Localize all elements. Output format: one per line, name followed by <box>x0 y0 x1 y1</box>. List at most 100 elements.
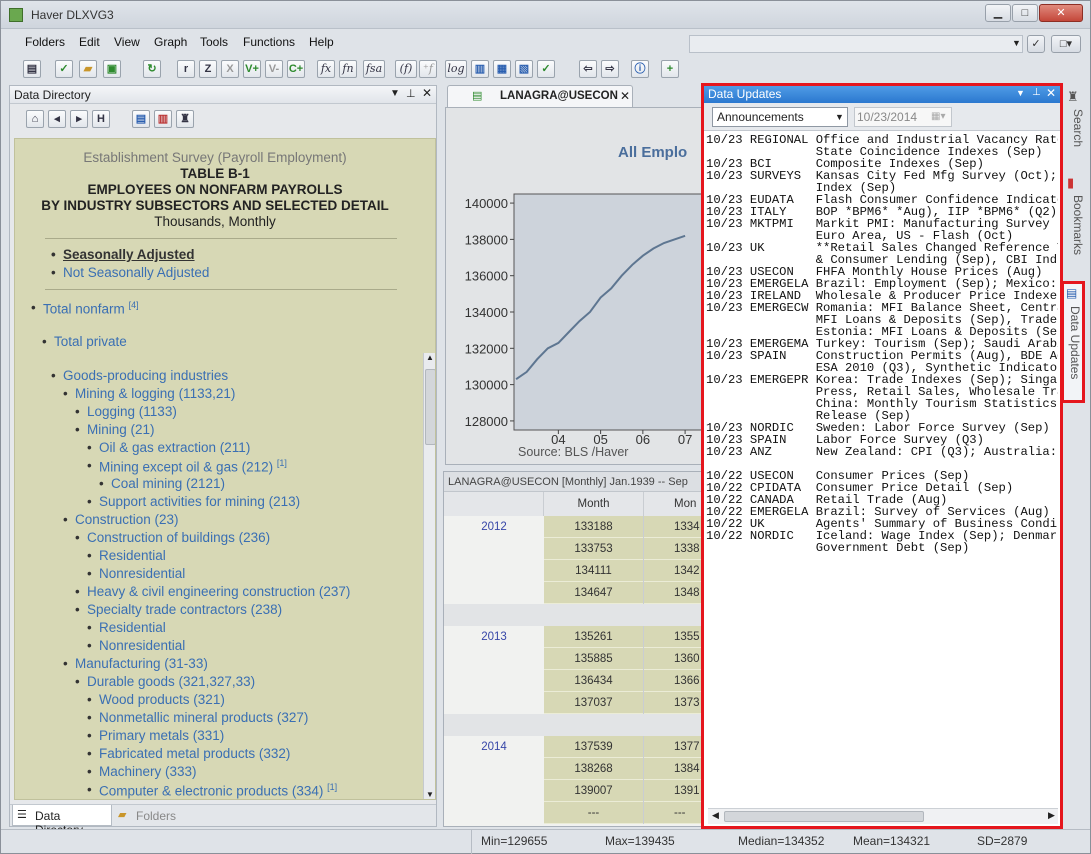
scroll-right-icon[interactable]: ▶ <box>1048 810 1055 821</box>
nav-forward-icon[interactable]: ▸ <box>70 110 88 128</box>
tree-item[interactable]: Nonmetallic mineral products (327) <box>87 710 308 725</box>
scroll-up-icon[interactable]: ▲ <box>426 353 434 362</box>
panel-menu-icon[interactable]: ▼ <box>390 88 400 99</box>
pin-icon[interactable]: ⊥ <box>406 87 416 100</box>
tree-item[interactable]: Residential <box>87 620 166 635</box>
forward-icon[interactable]: ⇨ <box>601 60 619 78</box>
tree-item[interactable]: Fabricated metal products (332) <box>87 746 290 761</box>
tree-item[interactable]: Durable goods (321,327,33) <box>75 674 255 689</box>
menu-help[interactable]: Help <box>309 35 334 49</box>
menu-tools[interactable]: Tools <box>200 35 228 49</box>
add-series-icon[interactable]: ▥ <box>154 110 172 128</box>
area-chart-icon[interactable]: ▧ <box>515 60 533 78</box>
h-icon[interactable]: H <box>92 110 110 128</box>
check-button[interactable]: ✓ <box>1027 35 1045 53</box>
table-cell[interactable]: --- <box>544 802 644 824</box>
table-cell[interactable]: 1342 <box>644 560 702 582</box>
pin-icon[interactable]: ⊥ <box>1032 87 1041 98</box>
table-cell[interactable]: 1384 <box>644 758 702 780</box>
table-cell[interactable]: 138268 <box>544 758 644 780</box>
table-cell[interactable]: 135885 <box>544 648 644 670</box>
back-icon[interactable]: ⇦ <box>579 60 597 78</box>
export-icon[interactable]: ▣ <box>103 60 121 78</box>
table-cell[interactable]: 134647 <box>544 582 644 604</box>
table-cell[interactable]: 1334 <box>644 516 702 538</box>
table-cell[interactable]: 1355 <box>644 626 702 648</box>
refresh-icon[interactable]: ↻ <box>143 60 161 78</box>
table-cell[interactable]: 139007 <box>544 780 644 802</box>
line-chart-icon[interactable]: ✓ <box>537 60 555 78</box>
table-cell[interactable]: 135261 <box>544 626 644 648</box>
tree-item[interactable]: Goods-producing industries <box>51 368 228 383</box>
table-cell[interactable]: 1338 <box>644 538 702 560</box>
column-chart-icon[interactable]: ▦ <box>493 60 511 78</box>
table-cell[interactable]: 1377 <box>644 736 702 758</box>
panel-close-icon[interactable]: ✕ <box>422 86 432 100</box>
tree-item[interactable]: Nonresidential <box>87 566 185 581</box>
table-cell[interactable]: 1366 <box>644 670 702 692</box>
tree-item[interactable]: Wood products (321) <box>87 692 225 707</box>
table-cell[interactable]: 137037 <box>544 692 644 714</box>
tree-item[interactable]: Mining except oil & gas (212) [1] <box>87 458 287 475</box>
scroll-thumb[interactable] <box>425 369 435 445</box>
v-minus-icon[interactable]: V- <box>265 60 283 78</box>
f-plus-icon[interactable]: ⁺f <box>419 60 437 78</box>
side-tab-bookmarks[interactable]: ▮ Bookmarks <box>1063 173 1085 273</box>
total-nonfarm-link[interactable]: Total nonfarm [4] <box>31 300 139 317</box>
tree-item[interactable]: Specialty trade contractors (238) <box>75 602 282 617</box>
tree-item[interactable]: Construction of buildings (236) <box>75 530 270 545</box>
tree-item[interactable]: Primary metals (331) <box>87 728 224 743</box>
scroll-left-icon[interactable]: ◀ <box>712 810 719 821</box>
fn-icon[interactable]: fn <box>339 60 357 78</box>
tree-item[interactable]: Mining & logging (1133,21) <box>63 386 235 401</box>
log-icon[interactable]: log <box>445 60 467 78</box>
table-cell[interactable]: 1348 <box>644 582 702 604</box>
menu-graph[interactable]: Graph <box>154 35 187 49</box>
info-icon[interactable]: ⓘ <box>631 60 649 78</box>
table-cell[interactable]: 133188 <box>544 516 644 538</box>
vertical-scrollbar[interactable]: ▲ ▼ <box>423 353 435 799</box>
menu-view[interactable]: View <box>114 35 140 49</box>
table-cell[interactable]: 134111 <box>544 560 644 582</box>
r-icon[interactable]: r <box>177 60 195 78</box>
tree-item[interactable]: Nonresidential <box>87 638 185 653</box>
folder-icon[interactable]: ▰ <box>79 60 97 78</box>
date-field[interactable]: 10/23/2014 ▦▾ <box>854 107 952 127</box>
close-button[interactable]: ✕ <box>1039 4 1083 22</box>
z-icon[interactable]: Z <box>199 60 217 78</box>
fsa-icon[interactable]: fsa <box>363 60 385 78</box>
tab-lanagra[interactable]: ▤ LANAGRA@USECON ✕ <box>447 85 633 107</box>
home-icon[interactable]: ⌂ <box>26 110 44 128</box>
bar-chart-icon[interactable]: ▥ <box>471 60 489 78</box>
nav-back-icon[interactable]: ◂ <box>48 110 66 128</box>
add-icon[interactable]: + <box>661 60 679 78</box>
f-paren-icon[interactable]: (f) <box>395 60 417 78</box>
tree-item[interactable]: Heavy & civil engineering construction (… <box>75 584 350 599</box>
tree-item[interactable]: Oil & gas extraction (211) <box>87 440 250 455</box>
tree-item[interactable]: Logging (1133) <box>75 404 177 419</box>
tree-item[interactable]: Manufacturing (31-33) <box>63 656 208 671</box>
tree-item[interactable]: Residential <box>87 548 166 563</box>
view-toggle-button[interactable]: □▾ <box>1051 35 1081 53</box>
maximize-button[interactable]: □ <box>1012 4 1038 22</box>
tree-item[interactable]: Mining (21) <box>75 422 154 437</box>
fx-icon[interactable]: fx <box>317 60 335 78</box>
new-doc-icon[interactable]: ▤ <box>23 60 41 78</box>
scroll-down-icon[interactable]: ▼ <box>426 790 434 799</box>
panel-close-icon[interactable]: ✕ <box>1046 86 1056 100</box>
not-seasonally-adjusted-link[interactable]: Not Seasonally Adjusted <box>51 265 209 280</box>
tree-item[interactable]: Machinery (333) <box>87 764 196 779</box>
panel-menu-icon[interactable]: ▼ <box>1016 88 1025 98</box>
chart-icon[interactable]: ✓ <box>55 60 73 78</box>
command-combo[interactable]: ▼ <box>689 35 1023 53</box>
menu-folders[interactable]: Folders <box>25 35 65 49</box>
table-cell[interactable]: 133753 <box>544 538 644 560</box>
tab-folders[interactable]: ▰ Folders <box>116 805 186 826</box>
tree-item[interactable]: Computer & electronic products (334) [1] <box>87 782 337 799</box>
tab-close-icon[interactable]: ✕ <box>620 89 630 103</box>
scroll-thumb[interactable] <box>724 811 924 822</box>
minimize-button[interactable]: ▁ <box>985 4 1011 22</box>
table-cell[interactable]: --- <box>644 802 702 824</box>
x-icon[interactable]: X <box>221 60 239 78</box>
tree-item[interactable]: Support activities for mining (213) <box>87 494 300 509</box>
